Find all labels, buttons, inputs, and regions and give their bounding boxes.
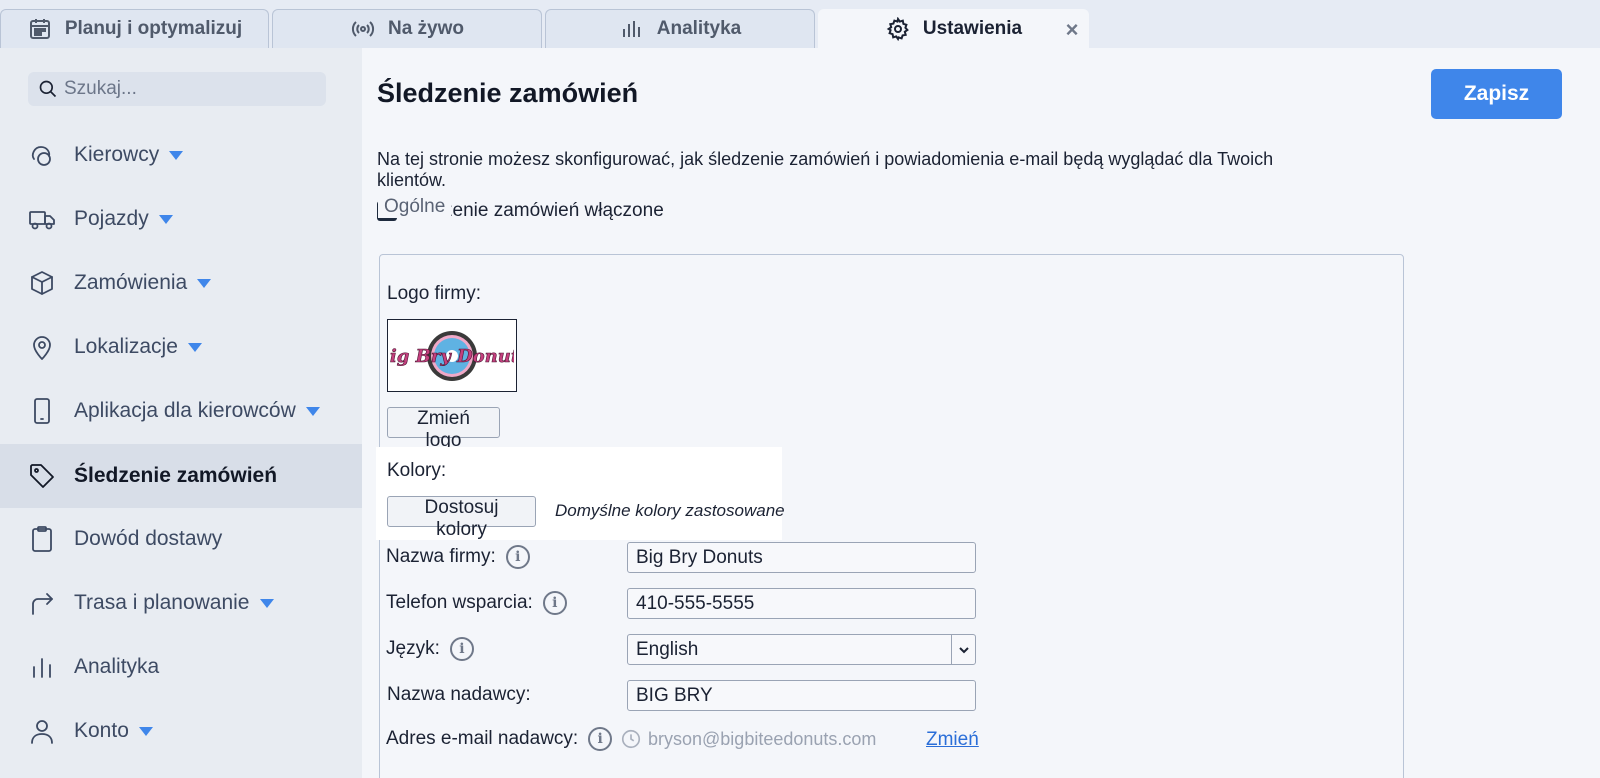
page-title: Śledzenie zamówień [377,78,639,108]
sidebar-item-orders[interactable]: Zamówienia [0,251,362,315]
bar-chart-icon [619,16,645,42]
support-phone-label: Telefon wsparcia: i [386,591,567,615]
sidebar-item-label: Aplikacja dla kierowców [74,399,296,422]
colors-label-text: Kolory: [387,460,447,481]
colors-note: Domyślne kolory zastosowane [555,501,785,520]
broadcast-icon [350,16,376,42]
gear-icon [885,16,911,42]
search-input[interactable] [64,78,304,100]
page-description: Na tej stronie możesz skonfigurować, jak… [377,149,1274,190]
sidebar-item-locations[interactable]: Lokalizacje [0,315,362,379]
logo-wordmark: Big Bry Donuts [390,346,514,367]
language-label: Język: i [386,637,474,661]
caret-down-icon [187,342,202,352]
language-label-text: Język: [386,638,440,659]
sender-name-label-text: Nazwa nadawcy: [387,684,531,705]
sender-email-label-text: Adres e-mail nadawcy: [386,728,579,749]
caret-down-icon [158,214,173,224]
sidebar-item-vehicles[interactable]: Pojazdy [0,187,362,251]
caret-down-icon [259,598,274,608]
tab-analytics[interactable]: Analityka [545,9,815,48]
tab-bar: Planuj i optymalizuj Na żywo Analityka U… [0,0,1600,48]
logo-label-text: Logo firmy: [387,283,481,304]
clipboard-icon [28,525,56,553]
caret-down-icon [305,406,320,416]
logo-label: Logo firmy: [387,283,481,305]
box-icon [28,269,56,297]
company-name-field[interactable] [627,542,976,573]
sidebar-item-analytics[interactable]: Analityka [0,635,362,699]
map-pin-icon [28,333,56,361]
sidebar-item-label: Trasa i planowanie [74,591,250,614]
sidebar-item-proof-of-delivery[interactable]: Dowód dostawy [0,507,362,571]
tab-label: Ustawienia [922,18,1023,39]
sidebar-item-route-planning[interactable]: Trasa i planowanie [0,571,362,635]
info-icon[interactable]: i [588,727,613,751]
language-select[interactable]: English [627,634,976,665]
drivers-icon [28,141,56,169]
sender-name-label: Nazwa nadawcy: [387,684,531,706]
general-legend: Ogólne [378,196,452,218]
sidebar-item-label: Lokalizacje [74,335,178,358]
info-icon[interactable]: i [505,545,530,569]
sidebar-item-label: Śledzenie zamówień [74,464,278,487]
tab-label: Na żywo [387,18,465,39]
route-arrow-icon [28,589,56,617]
sidebar-item-label: Kierowcy [74,143,160,166]
tab-label: Planuj i optymalizuj [64,18,243,39]
info-icon[interactable]: i [449,637,474,661]
language-value: English [636,638,699,660]
company-name-label: Nazwa firmy: i [386,545,530,569]
sidebar-item-label: Zamówienia [74,271,188,294]
customize-colors-button[interactable]: Dostosuj kolory [387,496,536,540]
sidebar-item-drivers[interactable]: Kierowcy [0,123,362,187]
phone-icon [28,397,56,425]
change-email-link[interactable]: Zmień [926,729,979,751]
tab-plan[interactable]: Planuj i optymalizuj [0,9,269,48]
support-phone-field[interactable] [627,588,976,619]
company-logo: Big Bry Donuts [387,319,517,392]
bar-chart-icon [28,653,56,681]
change-logo-button[interactable]: Zmień logo [387,407,500,451]
search-box [28,72,326,106]
user-icon [28,717,56,745]
calendar-icon [27,16,53,42]
caret-down-icon [138,726,153,736]
company-name-label-text: Nazwa firmy: [386,546,496,567]
sidebar-item-order-tracking[interactable]: Śledzenie zamówień [0,444,362,508]
caret-down-icon [169,150,184,160]
info-icon[interactable]: i [542,591,567,615]
save-button[interactable]: Zapisz [1431,69,1562,119]
sender-email-label: Adres e-mail nadawcy: i [386,727,613,751]
sidebar-item-label: Analityka [74,655,160,678]
sidebar-item-account[interactable]: Konto [0,699,362,763]
tab-settings[interactable]: Ustawienia × [818,9,1089,48]
sidebar-item-label: Pojazdy [74,207,149,230]
clock-icon [621,729,641,749]
sidebar-item-label: Dowód dostawy [74,527,223,550]
sidebar-item-label: Konto [74,719,129,742]
truck-icon [28,205,56,233]
support-phone-label-text: Telefon wsparcia: [386,592,533,613]
caret-down-icon [197,278,212,288]
tab-label: Analityka [656,18,742,39]
tab-live[interactable]: Na żywo [272,9,542,48]
sidebar: Kierowcy Pojazdy Zamówienia Lokalizacje … [0,48,362,778]
main-panel: Śledzenie zamówień Zapisz Na tej stronie… [362,48,1600,778]
sidebar-item-driver-app[interactable]: Aplikacja dla kierowców [0,379,362,443]
sender-email-display: bryson@bigbiteedonuts.com [620,728,876,750]
sender-email-value: bryson@bigbiteedonuts.com [648,728,877,749]
colors-label: Kolory: [387,460,446,482]
close-icon[interactable]: × [1062,19,1082,41]
chevron-down-icon [951,635,975,664]
sender-name-field[interactable] [627,680,976,711]
search-icon [39,80,57,98]
tag-icon [28,462,56,490]
